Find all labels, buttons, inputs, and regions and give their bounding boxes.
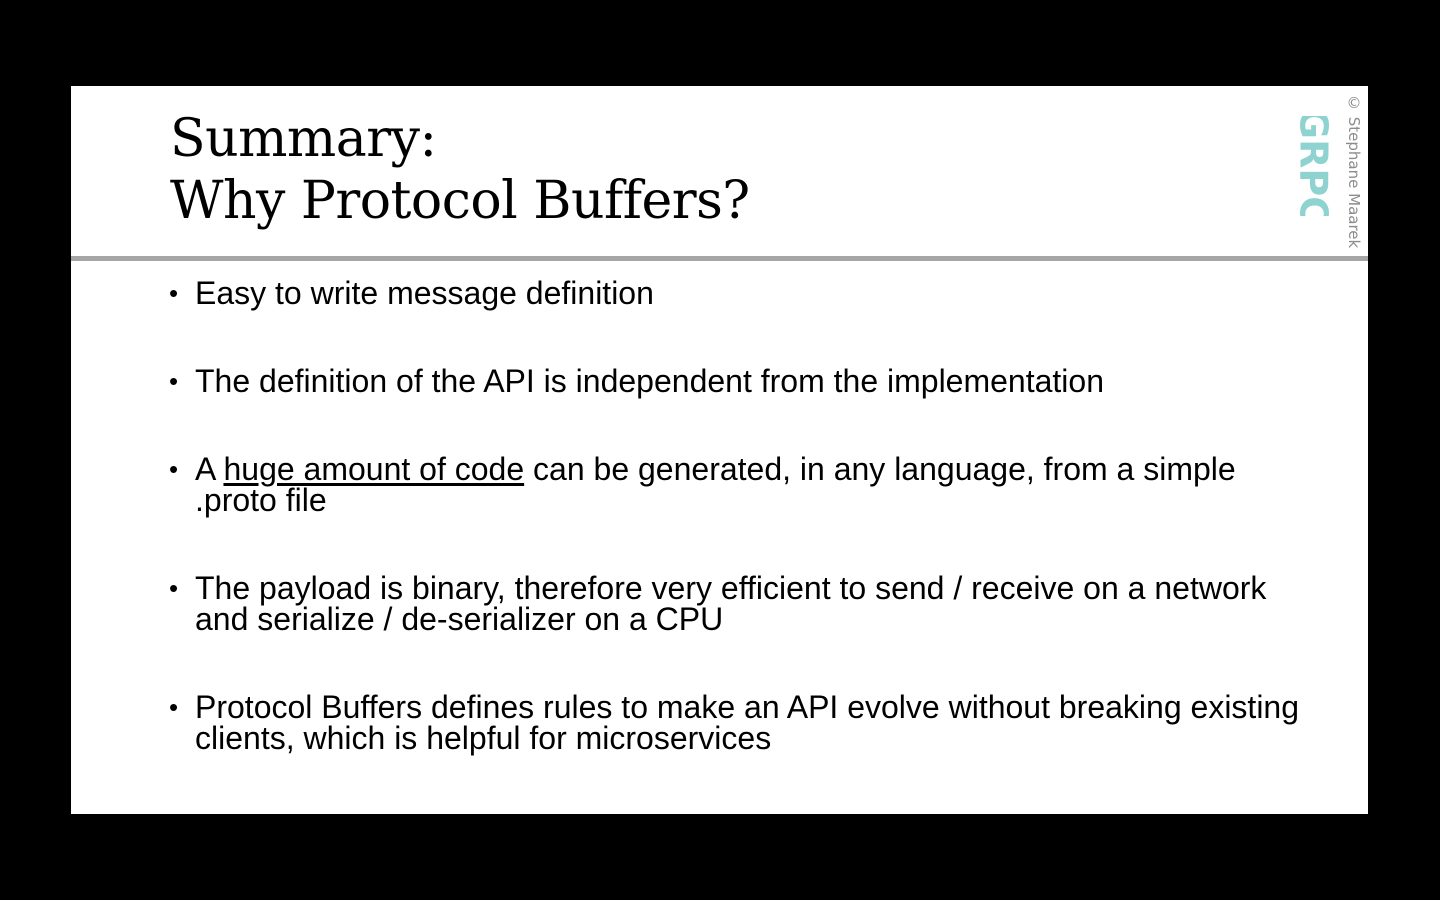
title-line-1: Summary: bbox=[170, 109, 437, 169]
slide: Summary: Why Protocol Buffers? GRPC © St… bbox=[71, 86, 1368, 814]
bullet-dot: • bbox=[169, 692, 179, 722]
bullet-dot: • bbox=[169, 278, 179, 308]
bullet-item: • The payload is binary, therefore very … bbox=[169, 570, 1299, 637]
grpc-logo-text: GRPC bbox=[1292, 116, 1332, 216]
bullet-text: The payload is binary, therefore very ef… bbox=[195, 570, 1267, 637]
bullet-text: Easy to write message definition bbox=[195, 275, 654, 311]
screen: Summary: Why Protocol Buffers? GRPC © St… bbox=[0, 0, 1440, 900]
grpc-logo: GRPC bbox=[1292, 116, 1332, 216]
bullet-text: A huge amount of code can be generated, … bbox=[195, 451, 1236, 518]
bullet-dot: • bbox=[169, 454, 179, 484]
bullet-dot: • bbox=[169, 573, 179, 603]
bullet-item: • The definition of the API is independe… bbox=[169, 363, 1299, 399]
bullet-item: • A huge amount of code can be generated… bbox=[169, 451, 1299, 518]
copyright-text: © Stephane Maarek bbox=[1345, 94, 1363, 249]
bullet-text: The definition of the API is independent… bbox=[195, 363, 1104, 399]
title-divider bbox=[71, 256, 1368, 261]
bullet-text: Protocol Buffers defines rules to make a… bbox=[195, 689, 1300, 756]
slide-title: Summary: Why Protocol Buffers? bbox=[170, 108, 750, 232]
title-line-2: Why Protocol Buffers? bbox=[170, 171, 750, 231]
bullet-dot: • bbox=[169, 366, 179, 396]
bullet-list: • Easy to write message definition • The… bbox=[169, 275, 1300, 811]
bullet-item: • Protocol Buffers defines rules to make… bbox=[169, 689, 1300, 756]
bullet-item: • Easy to write message definition bbox=[169, 275, 1299, 311]
